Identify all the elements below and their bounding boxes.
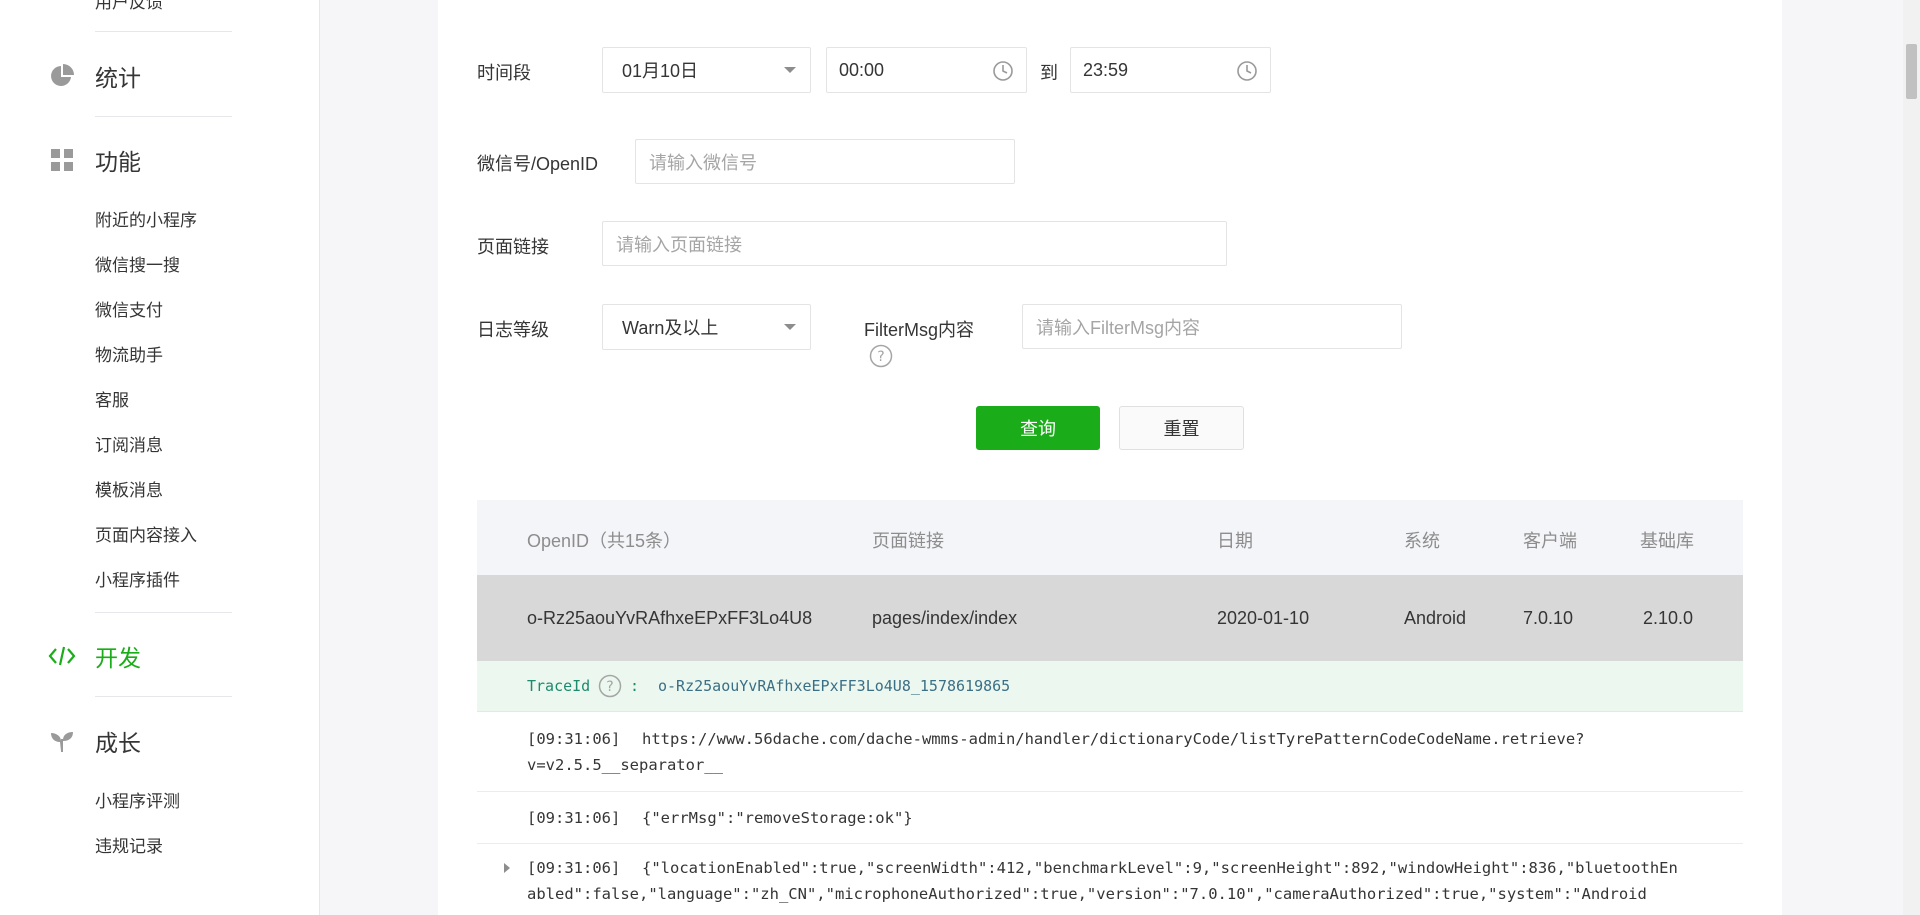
log-message-line: https://www.56dache.com/dache-wmms-admin… (642, 730, 1585, 748)
col-lib-header: 基础库 (1640, 531, 1694, 551)
log-time: [09:31:06] (527, 859, 621, 877)
sidebar-item-template[interactable]: 模板消息 (95, 481, 163, 501)
col-date-header: 日期 (1217, 531, 1253, 551)
reset-button[interactable]: 重置 (1119, 406, 1244, 450)
svg-text:?: ? (877, 349, 884, 365)
sidebar-item-violations[interactable]: 违规记录 (95, 837, 163, 857)
cell-page: pages/index/index (872, 608, 1018, 628)
svg-text:?: ? (606, 679, 613, 695)
filtermsg-label: FilterMsg内容 (864, 320, 975, 340)
chevron-down-icon (784, 324, 796, 330)
sidebar-item-pay[interactable]: 微信支付 (95, 301, 163, 321)
help-icon[interactable]: ? (598, 674, 622, 702)
log-message-line: abled":false,"language":"zh_CN","microph… (527, 885, 1647, 903)
end-time-value: 23:59 (1083, 59, 1129, 80)
sprout-icon (48, 727, 76, 755)
sidebar-item-logistics[interactable]: 物流助手 (95, 346, 163, 366)
log-entry[interactable]: [09:31:06] {"locationEnabled":true,"scre… (477, 844, 1743, 915)
page-link-placeholder: 请输入页面链接 (616, 234, 742, 255)
log-message-line: {"locationEnabled":true,"screenWidth":41… (642, 859, 1678, 877)
sidebar-item-plugins[interactable]: 小程序插件 (95, 571, 180, 591)
table-header: OpenID（共15条） 页面链接 日期 系统 客户端 基础库 (477, 500, 1743, 575)
sidebar-divider (95, 612, 232, 613)
table-row[interactable]: o-Rz25aouYvRAfhxeEPxFF3Lo4U8 pages/index… (477, 575, 1743, 661)
sidebar-section-label: 开发 (95, 645, 141, 671)
sidebar-divider (95, 116, 232, 117)
to-label: 到 (1040, 63, 1058, 83)
date-select[interactable]: 01月10日 (602, 47, 811, 93)
cell-openid: o-Rz25aouYvRAfhxeEPxFF3Lo4U8 (527, 608, 813, 628)
col-system-header: 系统 (1404, 531, 1440, 551)
scrollbar-thumb[interactable] (1906, 44, 1917, 99)
sidebar-item-evaluation[interactable]: 小程序评测 (95, 792, 180, 812)
log-message-line: v=v2.5.5__separator__ (527, 756, 723, 774)
log-table: OpenID（共15条） 页面链接 日期 系统 客户端 基础库 o-Rz25ao… (477, 500, 1743, 915)
cell-system: Android (1404, 608, 1467, 628)
start-time-input[interactable]: 00:00 (826, 47, 1027, 93)
sidebar-item-customer-service[interactable]: 客服 (95, 391, 129, 411)
sidebar-item-subscribe[interactable]: 订阅消息 (95, 436, 163, 456)
log-entry: [09:31:06] {"errMsg":"removeStorage:ok"} (477, 792, 1743, 844)
log-level-value: Warn及以上 (622, 318, 719, 338)
clock-icon (1236, 60, 1258, 87)
log-entry: [09:31:06] https://www.56dache.com/dache… (477, 712, 1743, 792)
end-time-input[interactable]: 23:59 (1070, 47, 1271, 93)
cell-lib: 2.10.0 (1643, 608, 1694, 628)
cell-client: 7.0.10 (1523, 608, 1574, 628)
grid-icon (48, 146, 76, 174)
col-openid-header: OpenID（共15条） (527, 531, 682, 551)
sidebar-item-content[interactable]: 页面内容接入 (95, 526, 197, 546)
filtermsg-placeholder: 请输入FilterMsg内容 (1036, 317, 1201, 338)
sidebar-section-functions[interactable]: 功能 (48, 145, 141, 175)
sidebar-section-label: 成长 (95, 730, 141, 756)
filtermsg-input[interactable]: 请输入FilterMsg内容 (1022, 304, 1402, 349)
page-link-label: 页面链接 (477, 237, 549, 257)
log-level-label: 日志等级 (477, 320, 549, 340)
trace-id-value: o-Rz25aouYvRAfhxeEPxFF3Lo4U8_1578619865 (658, 677, 1011, 695)
time-range-label: 时间段 (477, 63, 531, 83)
sidebar-divider (95, 696, 232, 697)
col-page-header: 页面链接 (872, 531, 944, 551)
code-icon (48, 642, 76, 670)
sidebar-item-search[interactable]: 微信搜一搜 (95, 256, 180, 276)
sidebar-section-label: 统计 (95, 65, 141, 91)
date-value: 01月10日 (622, 61, 699, 81)
sidebar-section-growth[interactable]: 成长 (48, 726, 141, 756)
wechat-id-placeholder: 请输入微信号 (649, 152, 757, 173)
log-time: [09:31:06] (527, 730, 621, 748)
start-time-value: 00:00 (839, 59, 885, 80)
col-client-header: 客户端 (1523, 531, 1577, 551)
expand-arrow-icon[interactable] (504, 863, 510, 873)
sidebar-item-nearby[interactable]: 附近的小程序 (95, 211, 197, 231)
sidebar-item-feedback[interactable]: 用户反馈 (95, 0, 163, 13)
log-time: [09:31:06] (527, 809, 621, 827)
sidebar-section-label: 功能 (95, 149, 141, 175)
wechat-id-label: 微信号/OpenID (477, 154, 599, 174)
sidebar-section-stats[interactable]: 统计 (48, 61, 141, 91)
cell-date: 2020-01-10 (1217, 608, 1310, 628)
help-icon[interactable]: ? (869, 344, 893, 373)
sidebar-section-develop[interactable]: 开发 (48, 641, 141, 671)
chevron-down-icon (784, 67, 796, 73)
log-message-line: {"errMsg":"removeStorage:ok"} (642, 809, 913, 827)
log-level-select[interactable]: Warn及以上 (602, 304, 811, 350)
query-button[interactable]: 查询 (976, 406, 1100, 450)
sidebar-divider (95, 31, 232, 32)
trace-id-separator: : (630, 677, 640, 695)
page-link-input[interactable]: 请输入页面链接 (602, 221, 1227, 266)
pie-chart-icon (48, 62, 76, 90)
wechat-id-input[interactable]: 请输入微信号 (635, 139, 1015, 184)
trace-id-row: TraceId ? : o-Rz25aouYvRAfhxeEPxFF3Lo4U8… (477, 661, 1743, 712)
scrollbar[interactable] (1903, 0, 1920, 915)
trace-id-key: TraceId (527, 677, 591, 695)
clock-icon (992, 60, 1014, 87)
sidebar: 用户反馈 统计 功能 附近的小程序 微信搜一搜 微信支付 物流助手 客服 订阅消… (0, 0, 320, 915)
